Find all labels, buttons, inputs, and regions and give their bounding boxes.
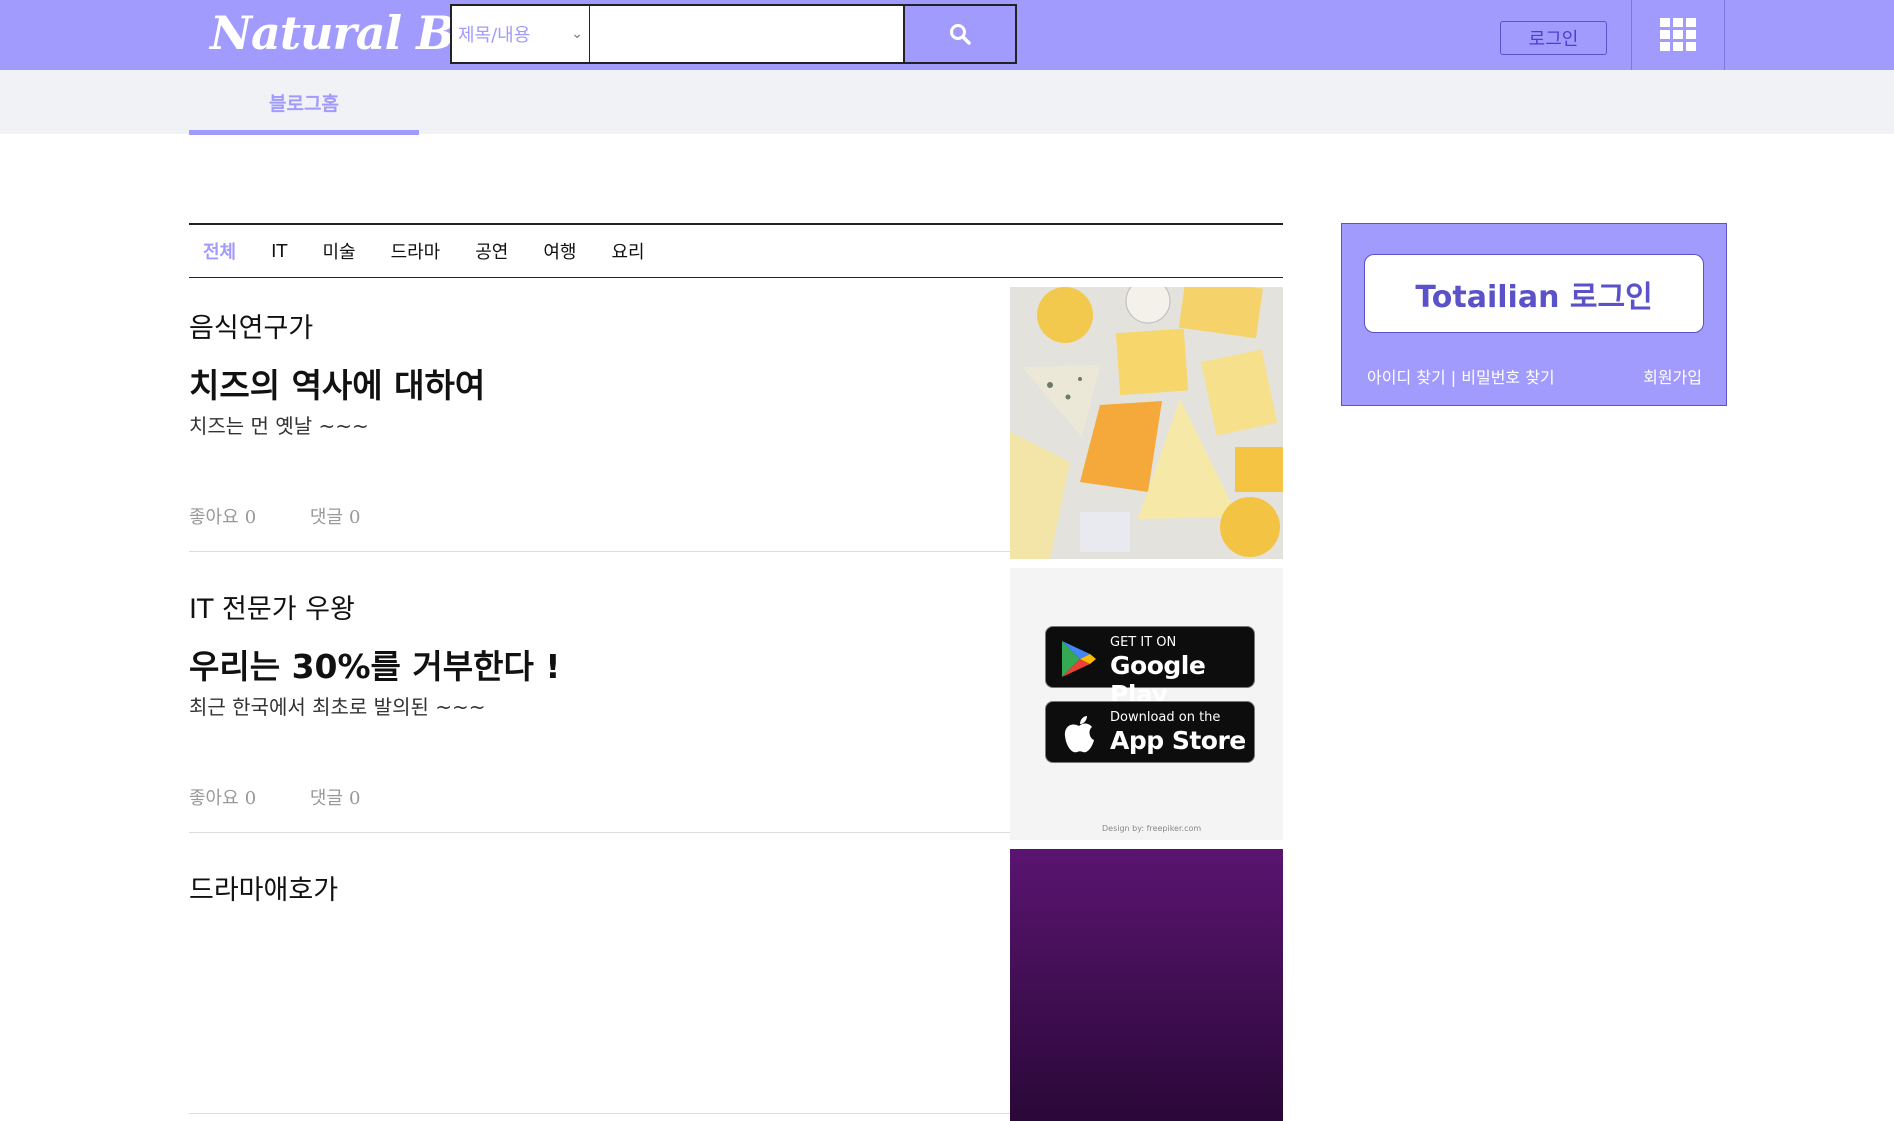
comments-label: 댓글 [309,507,343,528]
post-author[interactable]: 드라마애호가 [189,868,338,907]
likes-count[interactable]: 좋아요 0 [189,507,280,528]
comments-value: 0 [349,788,361,809]
login-button[interactable]: 로그인 [1500,21,1607,55]
likes-label: 좋아요 [189,507,239,528]
post-author[interactable]: 음식연구가 [189,306,313,345]
google-play-badge: GET IT ON Google Play [1045,626,1255,709]
comments-count[interactable]: 댓글 0 [310,507,385,528]
post-excerpt: 최근 한국에서 최초로 발의된 ~~~ [189,695,486,719]
likes-count[interactable]: 좋아요 0 [189,788,280,809]
post-excerpt: 치즈는 먼 옛날 ~~~ [189,414,369,438]
post-thumbnail-drama[interactable] [1010,849,1283,1121]
category-drama[interactable]: 드라마 [391,238,441,264]
category-bar: 전체 IT 미술 드라마 공연 여행 요리 [189,223,1283,278]
likes-label: 좋아요 [189,788,239,809]
search-input[interactable] [590,4,905,64]
post-card[interactable]: 드라마애호가 [189,841,1283,1121]
google-badge-small: GET IT ON [1110,635,1177,650]
post-thumbnail-cheese[interactable] [1010,287,1283,559]
comments-label: 댓글 [309,788,343,809]
post-title[interactable]: 치즈의 역사에 대하여 [189,359,485,407]
post-title[interactable]: 우리는 30%를 거부한다 ! [189,640,560,688]
post-card[interactable]: IT 전문가 우왕 우리는 30%를 거부한다 ! 최근 한국에서 최초로 발의… [189,560,1283,840]
post-thumbnail-app-stores[interactable]: GET IT ON Google Play Download on the Ap… [1010,568,1283,840]
app-store-badge: Download on the App Store [1045,701,1255,763]
search-button[interactable] [903,4,1017,64]
category-cooking[interactable]: 요리 [612,238,645,264]
google-play-icon [1062,641,1096,677]
apple-badge-small: Download on the [1110,710,1221,725]
sub-navigation: 블로그홈 [0,70,1894,134]
signup-link[interactable]: 회원가입 [1643,364,1702,388]
tab-blog-home[interactable]: 블로그홈 [189,70,419,134]
image-credit: Design by: freepiker.com [1102,824,1202,833]
post-meta: 좋아요 0 댓글 0 [189,784,408,810]
search-icon [950,24,971,45]
category-performance[interactable]: 공연 [475,238,508,264]
comments-value: 0 [349,507,361,528]
apps-menu-button[interactable] [1631,0,1725,70]
comments-count[interactable]: 댓글 0 [310,788,385,809]
likes-value: 0 [244,507,257,528]
cheese-image [1010,287,1283,559]
top-header: Natural Blog 제목/내용 ⌄ 로그인 [0,0,1894,70]
post-meta: 좋아요 0 댓글 0 [189,503,408,529]
search-type-select[interactable]: 제목/내용 ⌄ [450,4,591,64]
likes-value: 0 [244,788,257,809]
active-tab-indicator [189,130,419,135]
category-travel[interactable]: 여행 [543,238,576,264]
category-it[interactable]: IT [271,241,287,262]
totailian-login-button[interactable]: Totailian 로그인 [1364,254,1704,333]
category-all[interactable]: 전체 [203,238,236,264]
apple-badge-big: App Store [1110,726,1246,755]
apple-icon [1064,716,1094,753]
login-sidebar: Totailian 로그인 아이디 찾기 | 비밀번호 찾기 회원가입 [1341,223,1727,406]
post-author[interactable]: IT 전문가 우왕 [189,587,355,626]
chevron-down-icon: ⌄ [571,26,583,42]
find-account-links[interactable]: 아이디 찾기 | 비밀번호 찾기 [1367,364,1555,388]
category-art[interactable]: 미술 [322,238,355,264]
grid-icon [1660,18,1696,51]
post-card[interactable]: 음식연구가 치즈의 역사에 대하여 치즈는 먼 옛날 ~~~ 좋아요 0 댓글 0 [189,279,1283,559]
search-type-value: 제목/내용 [458,25,531,46]
